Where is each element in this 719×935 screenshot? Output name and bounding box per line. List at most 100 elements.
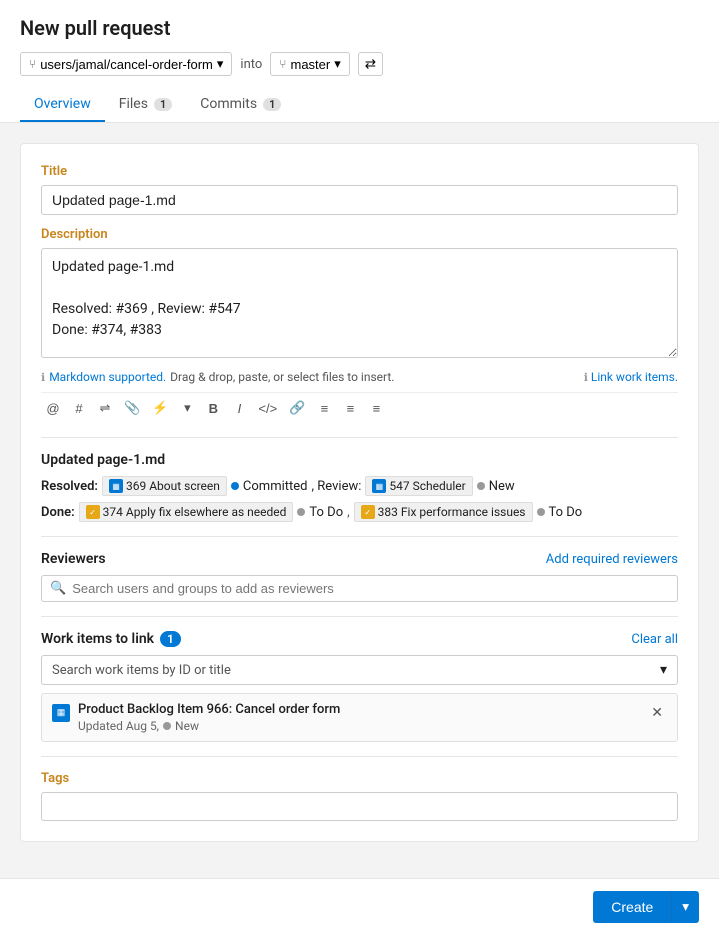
resolved-label: Resolved: [41, 479, 98, 494]
target-branch-chevron-icon: ▾ [334, 56, 341, 72]
toolbar-action-button[interactable]: ⚡ [147, 397, 173, 419]
source-branch-chevron-icon: ▾ [217, 56, 224, 72]
toolbar-italic-button[interactable]: I [227, 398, 251, 419]
remove-work-item-button[interactable]: ✕ [647, 702, 667, 723]
work-item-dropdown-icon: ▾ [660, 662, 667, 678]
toolbar-indent-button[interactable]: ≡ [364, 398, 388, 419]
chip-547-icon: ▦ [372, 479, 386, 493]
chip-369-text: About screen [149, 479, 220, 493]
chip-383-id: 383 [378, 505, 398, 519]
title-input[interactable] [41, 185, 678, 215]
work-item-chip-369[interactable]: ▦ 369 About screen [102, 476, 227, 496]
chip-374-id: 374 [103, 505, 123, 519]
description-field-group: Description Updated page-1.md Resolved: … [41, 227, 678, 423]
chip-547-text: Scheduler [413, 479, 466, 493]
page-title: New pull request [20, 16, 699, 40]
create-dropdown-button[interactable]: ▾ [671, 891, 699, 923]
tab-commits[interactable]: Commits 1 [186, 88, 295, 122]
toolbar-hash-button[interactable]: # [67, 398, 91, 419]
reviewers-label: Reviewers [41, 551, 106, 567]
toolbar-hyperlink-button[interactable]: 🔗 [284, 397, 310, 419]
toolbar-ul-button[interactable]: ≡ [338, 398, 362, 419]
todo-label-383: To Do [549, 505, 583, 520]
markdown-supported-link[interactable]: Markdown supported. [49, 370, 166, 384]
toolbar-link-pr-button[interactable]: ⇌ [93, 397, 117, 419]
source-branch-button[interactable]: ⑂ users/jamal/cancel-order-form ▾ [20, 52, 232, 76]
work-item-info: ▦ Product Backlog Item 966: Cancel order… [52, 702, 340, 733]
into-text: into [240, 57, 262, 72]
reviewer-search-input[interactable] [72, 581, 669, 596]
tags-input[interactable] [41, 792, 678, 821]
info-icon-right: ℹ [584, 371, 588, 384]
work-items-badge: 1 [160, 631, 181, 647]
status-dot-todo-383 [537, 508, 545, 516]
main-content: Title Description Updated page-1.md Reso… [0, 123, 719, 878]
toolbar: @ # ⇌ 📎 ⚡ ▾ B I </> 🔗 ≡ ≡ ≡ [41, 392, 678, 423]
tags-section: Tags [41, 771, 678, 821]
toolbar-dropdown-button[interactable]: ▾ [175, 397, 199, 419]
new-label-547: New [489, 479, 515, 494]
description-textarea[interactable]: Updated page-1.md Resolved: #369 , Revie… [41, 248, 678, 358]
page-header: New pull request ⑂ users/jamal/cancel-or… [0, 0, 719, 123]
reviewers-section: Reviewers Add required reviewers 🔍 [41, 551, 678, 602]
section-divider-2 [41, 536, 678, 537]
section-divider-3 [41, 616, 678, 617]
work-item-search-dropdown[interactable]: Search work items by ID or title ▾ [41, 655, 678, 685]
chip-374-text: Apply fix elsewhere as needed [126, 505, 287, 519]
todo-label-374: To Do [309, 505, 343, 520]
footer-bar: Create ▾ [0, 878, 719, 935]
markdown-bar: ℹ Markdown supported. Drag & drop, paste… [41, 366, 678, 388]
work-item-updated: Updated Aug 5, [78, 719, 159, 733]
work-item-chip-383[interactable]: ✓ 383 Fix performance issues [354, 502, 533, 522]
form-section: Title Description Updated page-1.md Reso… [20, 143, 699, 842]
swap-branches-button[interactable]: ⇄ [358, 52, 383, 76]
branch-bar: ⑂ users/jamal/cancel-order-form ▾ into ⑂… [20, 52, 699, 76]
review-label: , Review: [312, 479, 362, 494]
chip-383-text: Fix performance issues [401, 505, 526, 519]
committed-label: Committed [243, 479, 308, 494]
chip-369-id: 369 [126, 479, 146, 493]
tab-files-badge: 1 [154, 98, 172, 111]
tab-overview[interactable]: Overview [20, 88, 105, 122]
chip-547-id: 547 [389, 479, 409, 493]
work-item-chip-547[interactable]: ▦ 547 Scheduler [365, 476, 472, 496]
status-dot-new-547 [477, 482, 485, 490]
reviewer-search-icon: 🔍 [50, 581, 66, 596]
markdown-right: ℹ Link work items. [584, 370, 678, 384]
work-item-chip-374[interactable]: ✓ 374 Apply fix elsewhere as needed [79, 502, 294, 522]
done-line: Done: ✓ 374 Apply fix elsewhere as neede… [41, 502, 678, 522]
description-label: Description [41, 227, 678, 242]
sep-comma: , [347, 505, 350, 520]
work-item-status-dot [163, 722, 171, 730]
status-dot-todo-374 [297, 508, 305, 516]
markdown-left: ℹ Markdown supported. Drag & drop, paste… [41, 370, 394, 384]
clear-all-link[interactable]: Clear all [631, 632, 678, 647]
link-work-items-link[interactable]: Link work items. [591, 370, 678, 384]
reviewers-header: Reviewers Add required reviewers [41, 551, 678, 567]
work-items-header: Work items to link 1 Clear all [41, 631, 678, 647]
tags-label: Tags [41, 771, 678, 786]
tab-commits-badge: 1 [263, 98, 281, 111]
title-label: Title [41, 164, 678, 179]
toolbar-attach-button[interactable]: 📎 [119, 397, 145, 419]
info-icon: ℹ [41, 371, 45, 384]
work-item-details: Product Backlog Item 966: Cancel order f… [78, 702, 340, 733]
work-item-status: New [175, 719, 199, 733]
swap-icon: ⇄ [365, 56, 376, 71]
tab-overview-label: Overview [34, 96, 91, 112]
tab-files-label: Files [119, 96, 148, 112]
work-items-label-text: Work items to link [41, 631, 154, 647]
chip-369-icon: ▦ [109, 479, 123, 493]
toolbar-ol-button[interactable]: ≡ [312, 398, 336, 419]
work-item-title: Product Backlog Item 966: Cancel order f… [78, 702, 340, 717]
toolbar-mention-button[interactable]: @ [41, 398, 65, 419]
work-items-label: Work items to link 1 [41, 631, 181, 647]
preview-section: Updated page-1.md Resolved: ▦ 369 About … [41, 452, 678, 522]
add-required-reviewers-link[interactable]: Add required reviewers [546, 552, 678, 567]
toolbar-bold-button[interactable]: B [201, 398, 225, 419]
tab-files[interactable]: Files 1 [105, 88, 187, 122]
toolbar-code-button[interactable]: </> [253, 398, 282, 419]
target-branch-button[interactable]: ⑂ master ▾ [270, 52, 349, 76]
markdown-drag-text: Drag & drop, paste, or select files to i… [170, 370, 394, 384]
create-button[interactable]: Create [593, 891, 671, 923]
